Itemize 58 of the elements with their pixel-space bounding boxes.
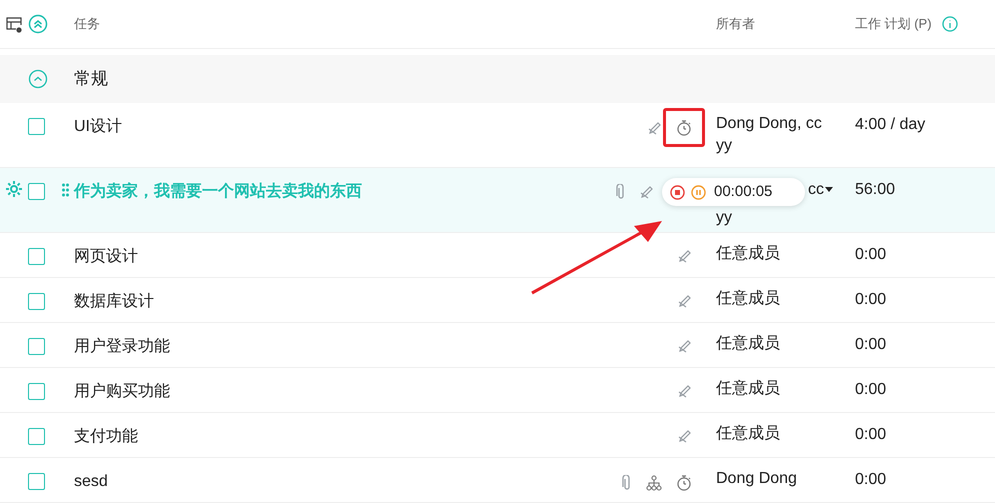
checkbox[interactable] bbox=[28, 473, 45, 490]
plan-text: 0:00 bbox=[855, 246, 886, 263]
task-name[interactable]: 网页设计 bbox=[74, 245, 678, 269]
checkbox[interactable] bbox=[28, 118, 45, 135]
crossed-pencil-icon[interactable] bbox=[678, 429, 692, 443]
pause-icon[interactable] bbox=[691, 184, 706, 200]
collapse-all-icon[interactable] bbox=[28, 14, 48, 34]
checkbox[interactable] bbox=[28, 183, 45, 200]
owner-text: Dong Dong, cc yy bbox=[716, 114, 823, 156]
paperclip-icon[interactable] bbox=[616, 184, 626, 200]
gear-icon[interactable] bbox=[5, 180, 23, 198]
owner-text: yy bbox=[716, 208, 732, 228]
owner-text: cc bbox=[808, 180, 824, 200]
group-name: 常规 bbox=[74, 68, 108, 90]
owner-text: 任意成员 bbox=[716, 288, 781, 309]
paperclip-icon[interactable] bbox=[622, 474, 632, 490]
crossed-pencil-icon[interactable] bbox=[648, 120, 662, 134]
crossed-pencil-icon[interactable] bbox=[640, 185, 654, 199]
stopwatch-icon[interactable] bbox=[676, 474, 692, 491]
task-name[interactable]: 用户购买功能 bbox=[74, 380, 678, 404]
task-name[interactable]: sesd bbox=[74, 470, 622, 494]
checkbox[interactable] bbox=[28, 428, 45, 445]
owner-text: 任意成员 bbox=[716, 424, 781, 444]
crossed-pencil-icon[interactable] bbox=[678, 249, 692, 263]
task-name[interactable]: 用户登录功能 bbox=[74, 335, 678, 359]
plan-text: 0:00 bbox=[855, 291, 886, 308]
owner-text: Dong Dong bbox=[716, 469, 798, 489]
stopwatch-icon[interactable] bbox=[676, 119, 692, 136]
column-header: 所有者 bbox=[716, 15, 756, 34]
crossed-pencil-icon[interactable] bbox=[678, 294, 692, 308]
column-header: 任务 bbox=[74, 15, 101, 34]
plan-text: 56:00 bbox=[855, 181, 896, 198]
timer-text: 00:00:05 bbox=[714, 182, 772, 202]
column-header: 工作 计划 (P) bbox=[855, 15, 932, 34]
task-name[interactable]: 支付功能 bbox=[74, 425, 678, 449]
caret-down-icon[interactable] bbox=[824, 187, 834, 193]
plan-text: 0:00 bbox=[855, 471, 886, 488]
task-name[interactable]: 数据库设计 bbox=[74, 290, 678, 314]
drag-handle-icon[interactable] bbox=[62, 183, 68, 197]
plan-text: 4:00 / day bbox=[855, 116, 926, 133]
crossed-pencil-icon[interactable] bbox=[678, 384, 692, 398]
plan-text: 0:00 bbox=[855, 426, 886, 443]
collapse-icon[interactable] bbox=[28, 69, 48, 89]
hierarchy-icon[interactable] bbox=[646, 474, 662, 490]
checkbox[interactable] bbox=[28, 293, 45, 310]
stop-icon[interactable] bbox=[670, 184, 685, 200]
checkbox[interactable] bbox=[28, 248, 45, 265]
table-settings-icon[interactable] bbox=[5, 16, 23, 34]
task-name[interactable]: UI设计 bbox=[74, 115, 648, 139]
owner-text: 任意成员 bbox=[716, 244, 781, 264]
checkbox[interactable] bbox=[28, 383, 45, 400]
owner-text: 任意成员 bbox=[716, 334, 781, 354]
plan-text: 0:00 bbox=[855, 336, 886, 353]
checkbox[interactable] bbox=[28, 338, 45, 355]
info-icon[interactable] bbox=[942, 16, 958, 32]
plan-text: 0:00 bbox=[855, 381, 886, 398]
crossed-pencil-icon[interactable] bbox=[678, 339, 692, 353]
owner-text: 任意成员 bbox=[716, 378, 781, 399]
